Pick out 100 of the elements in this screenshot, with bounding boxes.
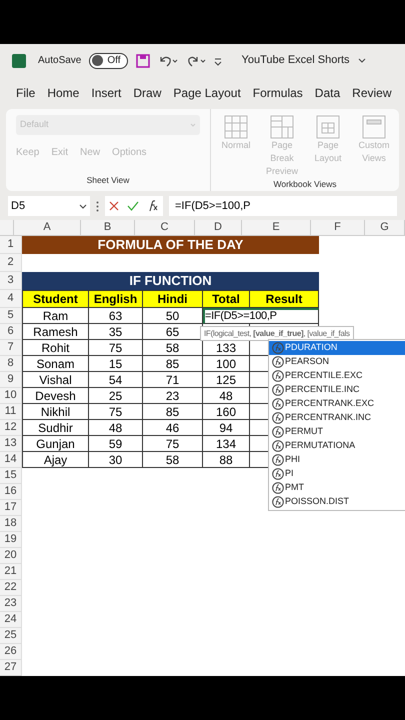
cell-editor[interactable]: =IF(D5>=100,P: [203, 308, 319, 324]
row-number: 3: [0, 272, 22, 290]
header-cell: Hindi: [143, 290, 203, 308]
autocomplete-item[interactable]: PMT: [269, 481, 405, 495]
column-header[interactable]: G: [365, 220, 405, 236]
autocomplete-item[interactable]: PERMUTATIONA: [269, 439, 405, 453]
row-number: 1: [0, 236, 22, 254]
autocomplete-item[interactable]: PI: [269, 467, 405, 481]
autosave-toggle[interactable]: Off: [89, 52, 128, 69]
row-number: 22: [0, 580, 22, 596]
column-header[interactable]: D: [195, 220, 242, 236]
row-number: 25: [0, 628, 22, 644]
row-number: 10: [0, 388, 22, 404]
table-cell: Nikhil: [22, 404, 89, 420]
column-header[interactable]: C: [135, 220, 195, 236]
table-cell: Devesh: [22, 388, 89, 404]
function-icon: [272, 468, 284, 480]
autocomplete-item[interactable]: PERCENTILE.EXC: [269, 369, 405, 383]
autocomplete-item[interactable]: PEARSON: [269, 355, 405, 369]
row-number: 23: [0, 596, 22, 612]
insert-function-icon[interactable]: [147, 200, 159, 212]
excel-logo-icon: [12, 54, 26, 68]
name-box[interactable]: D5: [8, 196, 90, 216]
row-number: 6: [0, 324, 22, 340]
menu-tab[interactable]: Page Layout: [173, 84, 241, 102]
layout-icon: [224, 114, 248, 139]
menu-tab[interactable]: Home: [47, 84, 80, 102]
column-header[interactable]: F: [311, 220, 365, 236]
table-cell: 75: [89, 404, 143, 420]
table-cell: 94: [203, 420, 250, 436]
document-title[interactable]: YouTube Excel Shorts: [242, 52, 350, 69]
function-icon: [272, 370, 284, 382]
autocomplete-item[interactable]: POISSON.DIST: [269, 495, 405, 509]
customize-icon[interactable]: [214, 56, 222, 66]
row-number: 20: [0, 548, 22, 564]
table-cell: 48: [203, 388, 250, 404]
menu-tab[interactable]: Review: [352, 84, 392, 102]
row-number: 27: [0, 660, 22, 676]
table-cell: 35: [89, 324, 143, 340]
table-cell: Vishal: [22, 372, 89, 388]
column-header[interactable]: B: [81, 220, 135, 236]
column-header[interactable]: A: [14, 220, 81, 236]
table-cell: Sudhir: [22, 420, 89, 436]
row-number: 15: [0, 468, 22, 484]
enter-icon[interactable]: [127, 201, 139, 212]
table-cell: 160: [203, 404, 250, 420]
table-cell: 54: [89, 372, 143, 388]
autocomplete-item[interactable]: PHI: [269, 453, 405, 467]
function-icon: [272, 398, 284, 410]
layout-icon: [316, 114, 340, 139]
layout-icon: [270, 114, 294, 139]
function-icon: [272, 496, 284, 508]
autocomplete-item[interactable]: PERCENTRANK.EXC: [269, 397, 405, 411]
menu-tab[interactable]: Insert: [91, 84, 122, 102]
row-number: 5: [0, 308, 22, 324]
menu-tab[interactable]: Draw: [133, 84, 162, 102]
function-icon: [272, 440, 284, 452]
row-number: 14: [0, 452, 22, 468]
autocomplete-item[interactable]: PERMUT: [269, 425, 405, 439]
row-number: 21: [0, 564, 22, 580]
table-cell: 85: [143, 404, 203, 420]
chevron-down-icon: [190, 122, 196, 127]
save-icon[interactable]: [136, 54, 150, 68]
table-cell: Ram: [22, 308, 89, 324]
table-cell: Ajay: [22, 452, 89, 468]
cancel-icon[interactable]: [109, 201, 119, 212]
chevron-down-icon[interactable]: [358, 58, 366, 64]
table-cell: 48: [89, 420, 143, 436]
autocomplete-item[interactable]: PERCENTRANK.INC: [269, 411, 405, 425]
table-cell: Rohit: [22, 340, 89, 356]
table-cell: 30: [89, 452, 143, 468]
autocomplete-item[interactable]: PERCENTILE.INC: [269, 383, 405, 397]
row-number: 9: [0, 372, 22, 388]
table-cell: 63: [89, 308, 143, 324]
menu-tab[interactable]: Formulas: [252, 84, 303, 102]
header-cell: Student: [22, 290, 89, 308]
function-icon: [272, 454, 284, 466]
row-number: 2: [0, 254, 22, 272]
layout-icon: [362, 114, 386, 139]
autocomplete-item[interactable]: PDURATION: [269, 341, 405, 355]
column-header[interactable]: E: [242, 220, 311, 236]
row-number: 26: [0, 644, 22, 660]
menu-tab[interactable]: File: [16, 84, 36, 102]
row-number: 19: [0, 532, 22, 548]
row-number: 17: [0, 500, 22, 516]
formula-field[interactable]: =IF(D5>=100,P: [169, 196, 397, 216]
function-icon: [272, 426, 284, 438]
table-cell: Gunjan: [22, 436, 89, 452]
function-icon: [272, 384, 284, 396]
menu-tab[interactable]: Data: [314, 84, 340, 102]
table-cell: 15: [89, 356, 143, 372]
table-cell: 58: [143, 340, 203, 356]
banner-title: FORMULA OF THE DAY: [22, 236, 319, 254]
table-cell: 46: [143, 420, 203, 436]
section-title: IF FUNCTION: [22, 272, 319, 290]
autosave-label: AutoSave: [38, 54, 82, 68]
row-number: 8: [0, 356, 22, 372]
table-cell: 88: [203, 452, 250, 468]
row-number: 7: [0, 340, 22, 356]
function-icon: [272, 482, 284, 494]
